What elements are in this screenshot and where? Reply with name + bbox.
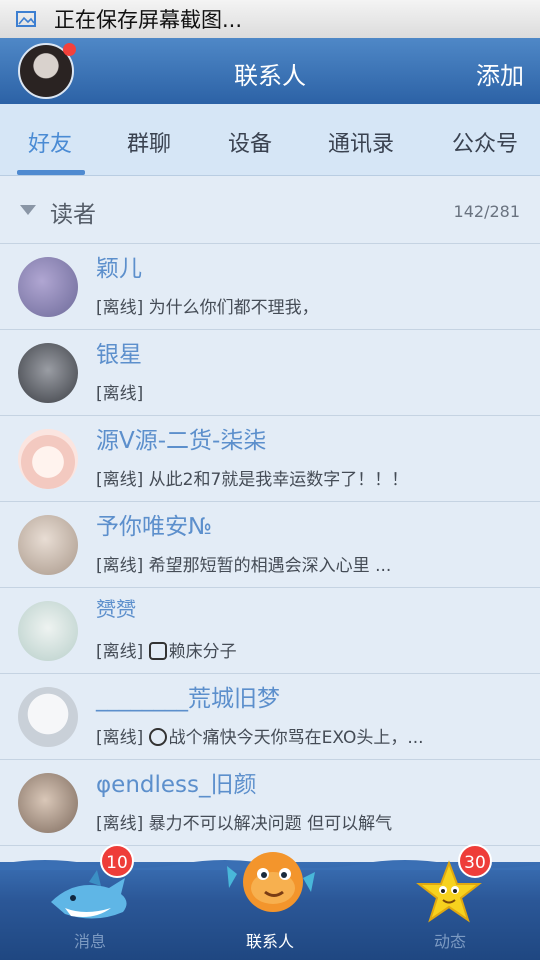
contact-avatar (18, 429, 78, 489)
contact-name: 银星 (96, 342, 142, 368)
nav-feed[interactable]: 30 动态 (360, 844, 540, 960)
contact-name: φendless_旧颜 (96, 772, 257, 798)
group-count: 142/281 (453, 202, 520, 221)
contact-avatar (18, 515, 78, 575)
contact-row[interactable]: 予你唯安№ [离线] 希望那短暂的相遇会深入心里 ... (0, 502, 540, 588)
contact-name: 源V源-二货-柒柒 (96, 428, 267, 454)
status-message: 战个痛快今天你骂在EXO头上，... (168, 728, 424, 748)
tab-devices[interactable]: 设备 (228, 126, 272, 158)
status-text: 正在保存屏幕截图... (54, 8, 243, 32)
emoji-icon (148, 642, 167, 660)
status-prefix: [离线] (96, 298, 144, 318)
status-message: 从此2和7就是我幸运数字了！！！ (148, 470, 409, 490)
contact-status: [离线] (96, 379, 143, 404)
contact-status: [离线] 希望那短暂的相遇会深入心里 ... (96, 551, 391, 576)
nav-label: 消息 (73, 932, 106, 951)
contact-name: 赟赟 (96, 597, 136, 621)
contact-status: [离线] 暴力不可以解决问题 但可以解气 (96, 809, 392, 834)
contact-name: ________荒城旧梦 (96, 686, 280, 712)
tab-friends[interactable]: 好友 (28, 126, 72, 158)
bottom-nav: 10 消息 联系人 30 动态 (0, 844, 540, 960)
feed-badge: 30 (458, 844, 492, 878)
contact-name: 予你唯安№ (96, 514, 212, 540)
tab-bar: 好友 群聊 设备 通讯录 公众号 (0, 104, 540, 176)
nav-messages[interactable]: 10 消息 (0, 844, 180, 960)
status-prefix: [离线] (96, 728, 144, 748)
fish-icon (227, 852, 315, 912)
contact-avatar (18, 687, 78, 747)
contact-row[interactable]: 源V源-二货-柒柒 [离线] 从此2和7就是我幸运数字了！！！ (0, 416, 540, 502)
header: 联系人 添加 (0, 38, 540, 104)
nav-contacts[interactable]: 联系人 (180, 852, 360, 960)
contact-avatar (18, 343, 78, 403)
status-message: 赖床分子 (168, 642, 237, 662)
status-message: 暴力不可以解决问题 但可以解气 (148, 814, 393, 834)
contact-row[interactable]: 赟赟 [离线] 赖床分子 (0, 588, 540, 674)
contact-row[interactable]: 银星 [离线] (0, 330, 540, 416)
smile-emoji-icon (148, 728, 167, 746)
status-prefix: [离线] (96, 470, 144, 490)
contact-avatar (18, 773, 78, 833)
status-bar: 正在保存屏幕截图... (0, 0, 540, 38)
tab-groups[interactable]: 群聊 (127, 126, 171, 158)
screenshot-icon (16, 11, 36, 27)
contact-row[interactable]: ________荒城旧梦 [离线] 战个痛快今天你骂在EXO头上，... (0, 674, 540, 760)
status-prefix: [离线] (96, 814, 144, 834)
status-prefix: [离线] (96, 384, 144, 404)
contact-status: [离线] 赖床分子 (96, 637, 237, 662)
contact-avatar (18, 601, 78, 661)
nav-label: 联系人 (245, 932, 294, 951)
group-header[interactable]: 读者 142/281 (0, 176, 540, 244)
status-message: 为什么你们都不理我， (148, 298, 319, 318)
page-title: 联系人 (234, 62, 306, 90)
collapse-caret-icon (20, 205, 36, 215)
status-message: 希望那短暂的相遇会深入心里 ... (148, 556, 392, 576)
contact-avatar (18, 257, 78, 317)
group-name: 读者 (50, 202, 96, 228)
contact-status: [离线] 战个痛快今天你骂在EXO头上，... (96, 723, 424, 748)
add-button[interactable]: 添加 (476, 56, 524, 91)
messages-badge: 10 (100, 844, 134, 878)
contact-name: 颖儿 (96, 256, 142, 282)
nav-label: 动态 (433, 932, 466, 951)
contact-status: [离线] 为什么你们都不理我， (96, 293, 319, 318)
notification-dot (63, 43, 76, 56)
contact-row[interactable]: φendless_旧颜 [离线] 暴力不可以解决问题 但可以解气 (0, 760, 540, 846)
contact-status: [离线] 从此2和7就是我幸运数字了！！！ (96, 465, 408, 490)
tab-address-book[interactable]: 通讯录 (328, 126, 394, 158)
tab-official-accounts[interactable]: 公众号 (452, 126, 518, 158)
active-tab-indicator (17, 170, 85, 175)
contact-row[interactable]: 颖儿 [离线] 为什么你们都不理我， (0, 244, 540, 330)
status-prefix: [离线] (96, 556, 144, 576)
status-prefix: [离线] (96, 642, 144, 662)
